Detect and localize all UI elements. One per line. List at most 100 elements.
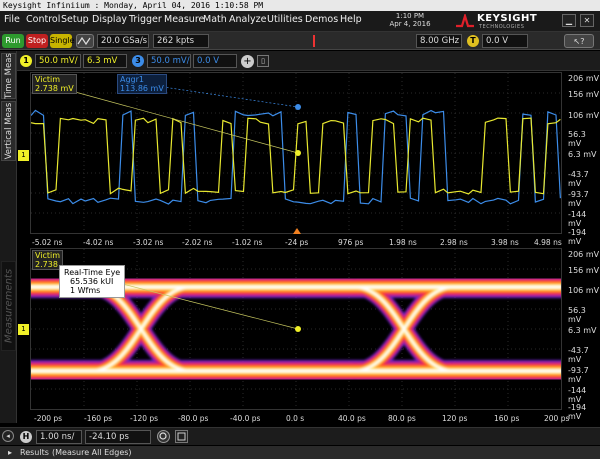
eye-diagram-area[interactable]: Victim 2.738 Real-Time Eye 65.536 kUI 1 … bbox=[30, 248, 562, 410]
acquisition-toolbar: Run Stop Single 20.0 GSa/s 262 kpts 8.00… bbox=[0, 32, 600, 50]
victim-cursor-dot bbox=[295, 150, 301, 156]
upper-x-tick: -5.02 ns bbox=[32, 238, 63, 247]
lower-x-tick: -120 ps bbox=[130, 414, 159, 423]
horizontal-bar: H 1.00 ns/ -24.10 ps bbox=[0, 427, 600, 445]
menu-file[interactable]: File bbox=[4, 14, 20, 25]
upper-y-tick: 156 mV bbox=[568, 90, 600, 99]
aggr-cursor-dot bbox=[295, 104, 301, 110]
menu-demos[interactable]: Demos bbox=[305, 14, 338, 25]
upper-x-tick: 2.98 ns bbox=[440, 238, 468, 247]
upper-x-tick: 1.98 ns bbox=[389, 238, 417, 247]
upper-y-tick: 206 mV bbox=[568, 74, 600, 83]
upper-victim-name: Victim bbox=[35, 75, 61, 84]
lower-y-tick: 6.3 mV bbox=[568, 326, 597, 335]
add-channel-button[interactable]: + bbox=[241, 55, 254, 68]
menu-trigger[interactable]: Trigger bbox=[129, 14, 162, 25]
keysight-wave-icon bbox=[456, 14, 474, 28]
lower-x-tick: 80.0 ps bbox=[388, 414, 416, 423]
horizontal-position-field[interactable]: -24.10 ps bbox=[85, 430, 151, 444]
zoom-button[interactable] bbox=[157, 430, 170, 443]
upper-y-tick: 56.3 mV bbox=[568, 130, 586, 148]
ch1-ground-marker-upper[interactable]: 1 bbox=[18, 150, 29, 161]
lower-x-tick: 160 ps bbox=[494, 414, 520, 423]
upper-y-tick: -93.7 mV bbox=[568, 190, 589, 208]
single-button[interactable]: Single bbox=[50, 34, 75, 48]
menu-utilities[interactable]: Utilities bbox=[267, 14, 303, 25]
lower-x-tick: 200 ps bbox=[544, 414, 570, 423]
results-mode: (Measure All Edges) bbox=[52, 448, 132, 457]
menu-math[interactable]: Math bbox=[203, 14, 227, 25]
upper-x-tick: -3.02 ns bbox=[133, 238, 164, 247]
magnifier-icon bbox=[159, 432, 167, 440]
ch3-scale-field[interactable]: 50.0 mV/ bbox=[147, 54, 191, 68]
bottom-tab-toggle[interactable]: ◂ bbox=[2, 430, 14, 442]
eye-cursor-dot bbox=[295, 326, 301, 332]
tab-measurements[interactable]: Measurements bbox=[1, 261, 16, 351]
keysight-logo: KEYSIGHT TECHNOLOGIES bbox=[455, 13, 537, 31]
ch3-offset-field[interactable]: 0.0 V bbox=[193, 54, 237, 68]
horizontal-marker bbox=[313, 35, 315, 47]
eye-title: Real-Time Eye bbox=[64, 268, 121, 277]
upper-x-tick: -1.02 ns bbox=[232, 238, 263, 247]
clock-time: 1:10 PM bbox=[395, 12, 425, 20]
upper-aggr-name: Aggr1 bbox=[120, 75, 145, 84]
left-tab-panel: Time Meas Vertical Meas Measurements bbox=[0, 51, 17, 423]
lower-y-tick: -194 mV bbox=[568, 403, 587, 421]
menu-measure[interactable]: Measure bbox=[164, 14, 204, 25]
upper-y-tick: -144 mV bbox=[568, 210, 587, 228]
clock: 1:10 PM Apr 4, 2016 bbox=[380, 12, 440, 28]
lower-y-tick: 106 mV bbox=[568, 286, 600, 295]
trigger-position-marker bbox=[293, 228, 301, 234]
tab-vertical-meas-label: Vertical Meas bbox=[3, 102, 14, 160]
run-button[interactable]: Run bbox=[2, 34, 24, 48]
tab-vertical-meas[interactable]: Vertical Meas bbox=[1, 101, 16, 161]
upper-waveform-plot bbox=[31, 73, 561, 233]
horizontal-scale-field[interactable]: 1.00 ns/ bbox=[36, 430, 82, 444]
ch1-badge[interactable]: 1 bbox=[20, 55, 32, 67]
upper-x-tick: -2.02 ns bbox=[182, 238, 213, 247]
horizontal-menu-button[interactable] bbox=[175, 430, 188, 443]
upper-aggr-value: 113.86 mV bbox=[120, 84, 164, 93]
bandwidth-field[interactable]: 8.00 GHz bbox=[416, 34, 462, 48]
channel-menu-button[interactable]: ▯ bbox=[257, 55, 269, 67]
lower-x-tick: -160 ps bbox=[84, 414, 113, 423]
window-title-bar: Keysight Infiniium : Monday, April 04, 2… bbox=[0, 0, 600, 11]
ch1-scale-field[interactable]: 50.0 mV/ bbox=[35, 54, 81, 68]
lower-y-tick: -93.7 mV bbox=[568, 366, 589, 384]
upper-waveform-area[interactable]: Victim 2.738 mV Aggr1 113.86 mV bbox=[30, 72, 562, 234]
lower-y-tick: -144 mV bbox=[568, 386, 587, 404]
close-button[interactable]: ✕ bbox=[580, 14, 594, 27]
stop-button[interactable]: Stop bbox=[26, 34, 48, 48]
menu-bar: File Control Setup Display Trigger Measu… bbox=[0, 11, 600, 32]
lower-x-tick: -80.0 ps bbox=[178, 414, 209, 423]
ch3-badge[interactable]: 3 bbox=[132, 55, 144, 67]
tab-time-meas-label: Time Meas bbox=[3, 53, 14, 99]
upper-x-tick: 976 ps bbox=[338, 238, 364, 247]
upper-aggr-label: Aggr1 113.86 mV bbox=[117, 74, 167, 94]
menu-setup[interactable]: Setup bbox=[61, 14, 89, 25]
results-label: Results bbox=[20, 448, 49, 457]
menu-analyze[interactable]: Analyze bbox=[229, 14, 266, 25]
menu-control[interactable]: Control bbox=[26, 14, 60, 25]
clock-date: Apr 4, 2016 bbox=[389, 20, 431, 28]
menu-help[interactable]: Help bbox=[340, 14, 362, 25]
sample-rate-field[interactable]: 20.0 GSa/s bbox=[97, 34, 149, 48]
ch1-offset-field[interactable]: 6.3 mV bbox=[83, 54, 127, 68]
ch1-ground-marker-lower[interactable]: 1 bbox=[18, 324, 29, 335]
autoscale-button[interactable] bbox=[76, 34, 94, 48]
lower-x-tick: -40.0 ps bbox=[230, 414, 261, 423]
tab-time-meas[interactable]: Time Meas bbox=[1, 53, 16, 99]
trigger-badge: T bbox=[467, 35, 479, 47]
trigger-level-field[interactable]: 0.0 V bbox=[482, 34, 528, 48]
lower-x-tick: 120 ps bbox=[442, 414, 468, 423]
lower-victim-name: Victim bbox=[35, 251, 61, 260]
menu-display[interactable]: Display bbox=[92, 14, 127, 25]
horizontal-badge[interactable]: H bbox=[20, 431, 32, 443]
expand-icon: ▸ bbox=[8, 448, 13, 457]
minimize-button[interactable]: ▁ bbox=[562, 14, 576, 27]
lower-victim-value: 2.738 bbox=[35, 260, 58, 269]
results-bar[interactable]: ▸ Results (Measure All Edges) bbox=[0, 446, 600, 459]
memory-depth-field[interactable]: 262 kpts bbox=[153, 34, 209, 48]
brand-sub: TECHNOLOGIES bbox=[479, 24, 525, 30]
help-pointer-button[interactable]: ↖? bbox=[564, 34, 594, 48]
